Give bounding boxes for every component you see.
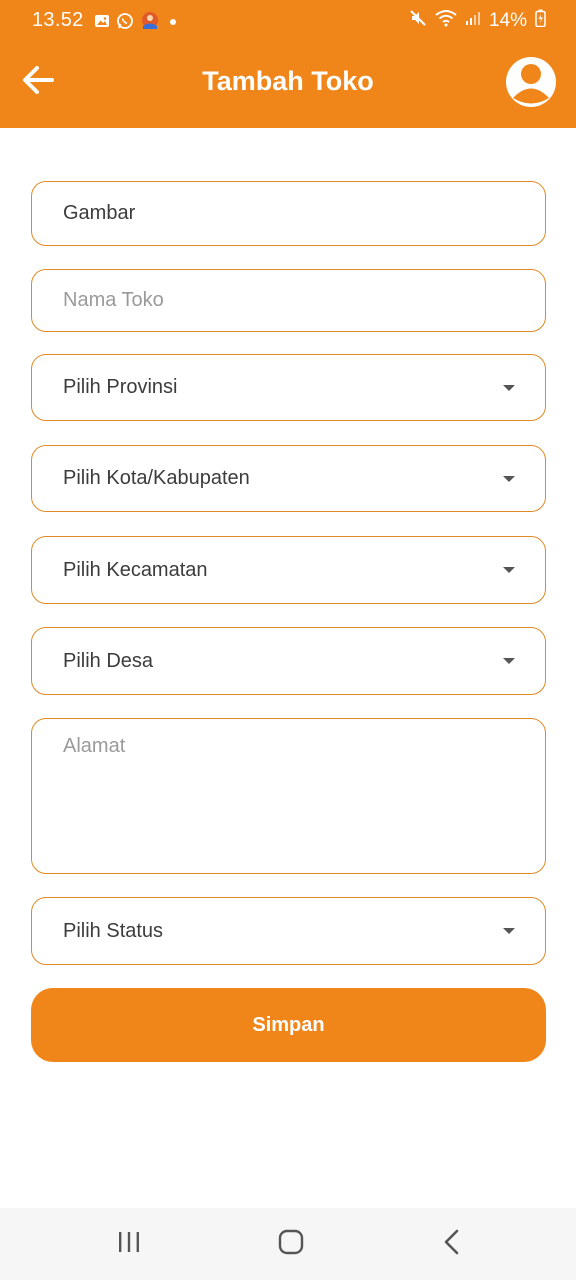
dropdown-arrow-icon <box>503 475 515 482</box>
status-select[interactable]: Pilih Status <box>31 897 546 965</box>
screen: 13.52 14% Tambah Toko Gambar Nama Toko P… <box>0 0 576 1280</box>
status-bar: 13.52 14% <box>0 0 576 42</box>
address-placeholder: Alamat <box>63 735 126 757</box>
dropdown-arrow-icon <box>503 928 515 934</box>
district-select[interactable]: Pilih Kecamatan <box>31 536 546 604</box>
profile-button[interactable] <box>506 57 556 107</box>
address-textarea[interactable]: Alamat <box>31 718 546 874</box>
recent-apps-icon <box>117 1230 141 1259</box>
village-select[interactable]: Pilih Desa <box>31 627 546 695</box>
dropdown-arrow-icon <box>503 658 515 664</box>
app-notification-icon <box>140 11 160 36</box>
system-nav-bar <box>0 1208 576 1280</box>
recent-apps-button[interactable] <box>109 1226 149 1262</box>
user-avatar-icon <box>506 57 556 107</box>
notification-icons <box>94 11 180 36</box>
image-picker-field[interactable]: Gambar <box>31 181 546 246</box>
page-title: Tambah Toko <box>202 66 374 96</box>
back-icon <box>442 1229 462 1260</box>
dot-icon <box>166 14 180 33</box>
district-select-label: Pilih Kecamatan <box>63 558 208 581</box>
city-select-label: Pilih Kota/Kabupaten <box>63 467 250 489</box>
whatsapp-icon <box>116 12 134 35</box>
status-select-label: Pilih Status <box>63 919 164 942</box>
store-name-input[interactable]: Nama Toko <box>31 269 546 332</box>
save-button[interactable]: Simpan <box>31 988 546 1062</box>
home-button[interactable] <box>271 1226 311 1262</box>
province-select[interactable]: Pilih Provinsi <box>31 354 546 421</box>
dropdown-arrow-icon <box>503 567 515 573</box>
city-select[interactable]: Pilih Kota/Kabupaten <box>31 445 546 512</box>
battery-percent: 14% <box>488 10 527 31</box>
province-select-label: Pilih Provinsi <box>63 376 178 398</box>
mute-icon <box>409 9 427 33</box>
status-time: 13.52 <box>32 9 84 31</box>
app-header: 13.52 14% Tambah Toko <box>0 0 576 128</box>
wifi-icon <box>435 9 457 33</box>
gallery-icon <box>94 13 110 34</box>
image-picker-label: Gambar <box>63 202 136 224</box>
dropdown-arrow-icon <box>503 384 515 391</box>
status-right: 14% <box>409 9 546 33</box>
system-back-button[interactable] <box>432 1226 472 1262</box>
village-select-label: Pilih Desa <box>63 649 154 672</box>
battery-icon <box>535 9 546 33</box>
home-icon <box>277 1228 305 1261</box>
store-name-placeholder: Nama Toko <box>63 289 164 311</box>
signal-icon <box>465 10 481 32</box>
